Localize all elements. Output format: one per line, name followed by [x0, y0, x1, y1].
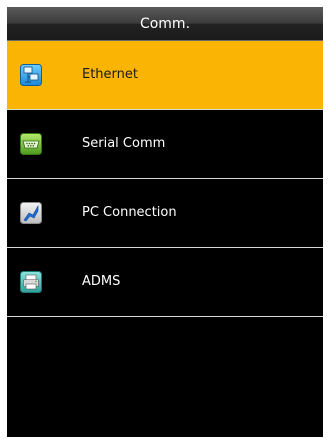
menu-item-ethernet[interactable]: Ethernet	[7, 41, 323, 110]
serial-port-icon	[20, 133, 42, 155]
device-screen: Comm. Ethernet Serial Comm PC Connection…	[7, 7, 323, 437]
pc-connection-icon	[20, 202, 42, 224]
adms-printer-icon	[20, 271, 42, 293]
menu-item-label: Ethernet	[82, 67, 138, 82]
menu-item-label: PC Connection	[82, 205, 177, 220]
menu-item-adms[interactable]: ADMS	[7, 248, 323, 317]
menu-item-pc-connection[interactable]: PC Connection	[7, 179, 323, 248]
menu-item-serial-comm[interactable]: Serial Comm	[7, 110, 323, 179]
menu-item-label: ADMS	[82, 274, 121, 289]
ethernet-icon	[20, 64, 42, 86]
page-title: Comm.	[139, 16, 191, 32]
comm-menu: Ethernet Serial Comm PC Connection ADMS	[7, 41, 323, 317]
title-bar: Comm.	[7, 7, 323, 41]
menu-item-label: Serial Comm	[82, 136, 166, 151]
